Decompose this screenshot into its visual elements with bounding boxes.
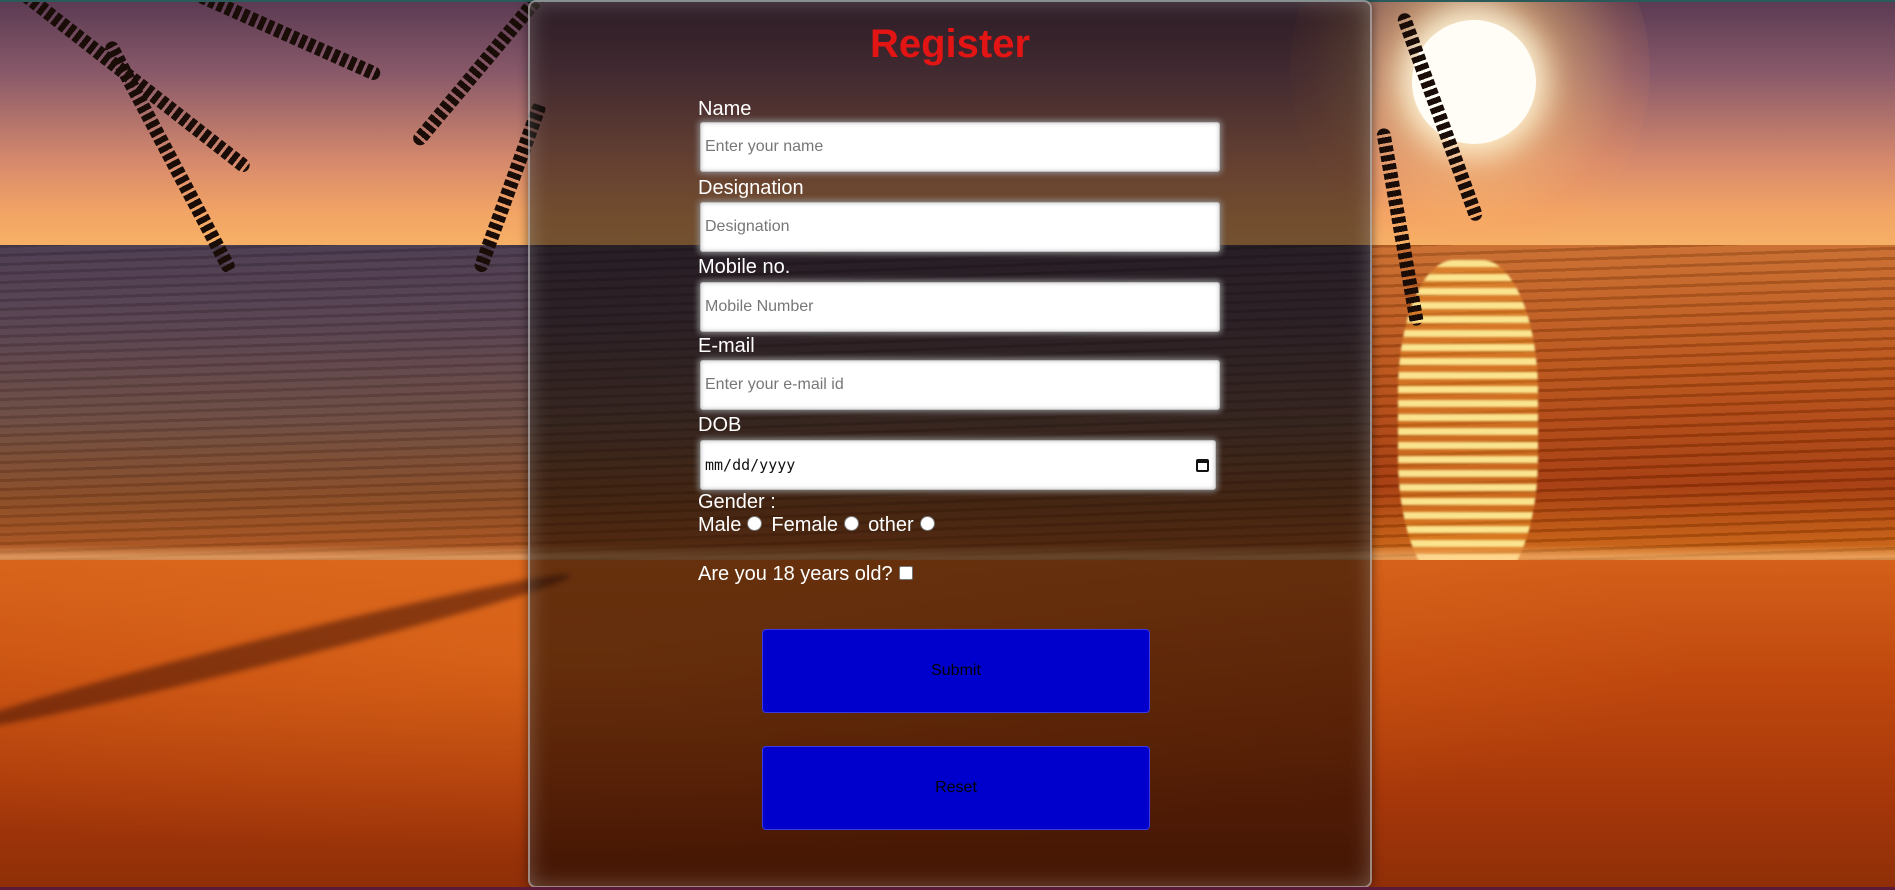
gender-option-label-male: Male: [698, 514, 742, 536]
age-confirm-row: Are you 18 years old?: [698, 563, 913, 586]
gender-option-label-other: other: [868, 514, 914, 536]
reset-button[interactable]: Reset: [762, 746, 1150, 830]
submit-button[interactable]: Submit: [762, 629, 1150, 713]
gender-option-label-female: Female: [771, 514, 839, 536]
dob-placeholder: mm/dd/yyyy: [705, 456, 796, 474]
dob-label: DOB: [698, 414, 742, 436]
mobile-label: Mobile no.: [698, 256, 791, 278]
email-input[interactable]: [700, 360, 1220, 410]
calendar-icon[interactable]: [1196, 458, 1209, 472]
gender-options: Male Female other: [698, 514, 944, 537]
designation-label: Designation: [698, 177, 804, 199]
age-confirm-checkbox[interactable]: [898, 565, 913, 580]
gender-radio-male[interactable]: [747, 516, 763, 531]
name-input[interactable]: [700, 122, 1220, 172]
gender-radio-other[interactable]: [919, 516, 935, 531]
register-panel: Register Name Designation Mobile no. E-m…: [528, 0, 1372, 888]
mobile-input[interactable]: [700, 282, 1220, 332]
name-label: Name: [698, 98, 752, 120]
age-confirm-label: Are you 18 years old?: [698, 563, 893, 585]
email-label: E-mail: [698, 335, 755, 357]
page-title: Register: [869, 22, 1031, 66]
gender-radio-female[interactable]: [844, 516, 860, 531]
designation-input[interactable]: [700, 202, 1220, 252]
gender-label: Gender :: [698, 491, 776, 513]
dob-date-input[interactable]: mm/dd/yyyy: [700, 440, 1216, 490]
